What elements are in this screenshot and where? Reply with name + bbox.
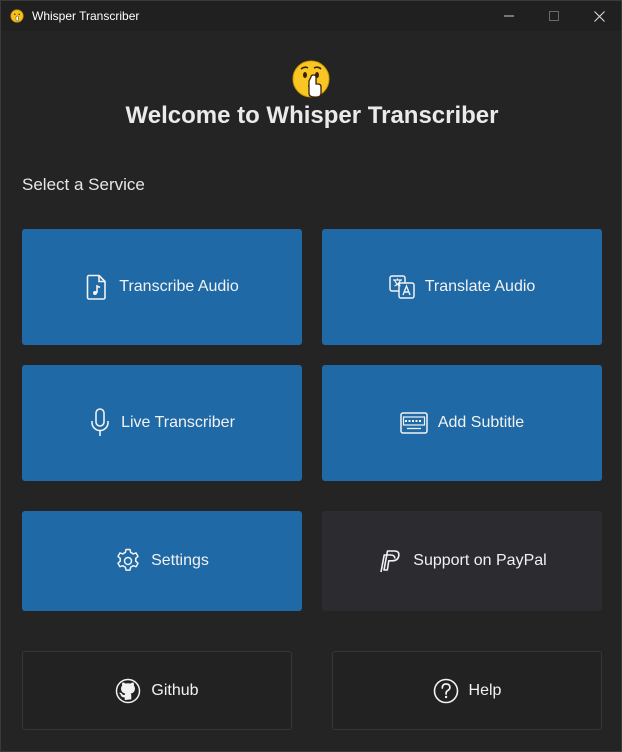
live-transcriber-label: Live Transcriber bbox=[121, 414, 235, 431]
maximize-button[interactable] bbox=[531, 1, 577, 31]
live-transcriber-button[interactable]: Live Transcriber bbox=[22, 365, 302, 481]
app-window: Whisper Transcriber Welcome to Whisper T… bbox=[0, 0, 622, 752]
section-label: Select a Service bbox=[22, 175, 145, 194]
app-icon bbox=[10, 9, 24, 23]
transcribe-audio-button[interactable]: Transcribe Audio bbox=[22, 229, 302, 345]
add-subtitle-label: Add Subtitle bbox=[437, 414, 525, 431]
title-bar[interactable]: Whisper Transcriber bbox=[1, 1, 621, 31]
maximize-icon bbox=[549, 11, 559, 21]
translate-audio-button[interactable]: Translate Audio bbox=[322, 229, 602, 345]
help-label: Help bbox=[468, 681, 502, 699]
settings-button[interactable]: Settings bbox=[22, 511, 302, 611]
microphone-icon bbox=[89, 408, 111, 438]
shushing-face-icon bbox=[291, 58, 333, 100]
close-button[interactable] bbox=[576, 1, 622, 31]
gear-icon bbox=[115, 548, 141, 574]
add-subtitle-button[interactable]: Add Subtitle bbox=[322, 365, 602, 481]
minimize-icon bbox=[504, 15, 514, 17]
github-label: Github bbox=[151, 681, 199, 699]
audio-file-icon bbox=[85, 274, 109, 300]
translate-icon bbox=[388, 275, 415, 299]
github-icon bbox=[115, 678, 141, 704]
window-title: Whisper Transcriber bbox=[32, 9, 140, 23]
translate-audio-label: Translate Audio bbox=[424, 278, 536, 295]
transcribe-audio-label: Transcribe Audio bbox=[119, 278, 239, 295]
keyboard-subtitle-icon bbox=[400, 412, 428, 434]
github-button[interactable]: Github bbox=[22, 651, 292, 730]
page-title: Welcome to Whisper Transcriber bbox=[125, 102, 499, 129]
paypal-icon bbox=[377, 548, 403, 574]
help-button[interactable]: Help bbox=[332, 651, 602, 730]
close-icon bbox=[593, 10, 605, 22]
support-paypal-button[interactable]: Support on PayPal bbox=[322, 511, 602, 611]
minimize-button[interactable] bbox=[486, 1, 532, 31]
help-icon bbox=[433, 678, 459, 704]
settings-label: Settings bbox=[151, 552, 209, 569]
support-paypal-label: Support on PayPal bbox=[413, 552, 547, 569]
